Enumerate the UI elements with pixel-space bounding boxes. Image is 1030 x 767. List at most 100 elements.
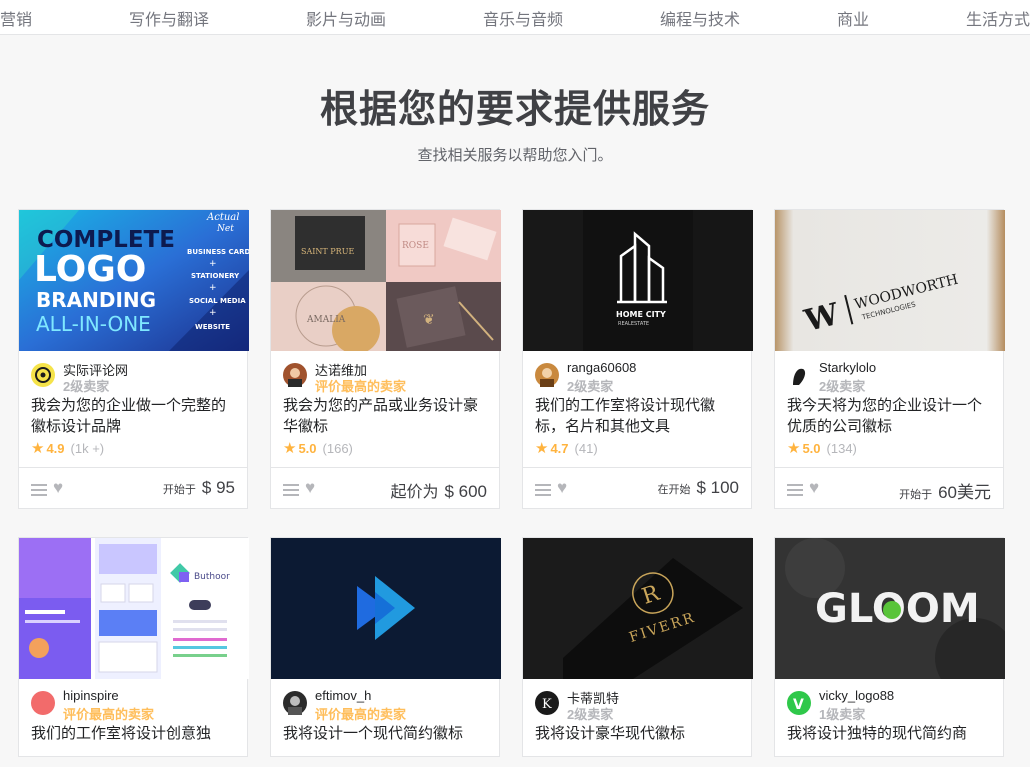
seller-level: 1级卖家 bbox=[819, 707, 866, 722]
price-label: 在开始 bbox=[657, 484, 691, 496]
thumb-text-buthoor: Buthoor bbox=[194, 572, 230, 582]
list-menu-icon[interactable] bbox=[787, 484, 803, 499]
gig-card[interactable]: R FIVERR K 卡蒂凯特 2级卖家 我将设计豪华现代徽标 bbox=[522, 537, 753, 757]
thumb-text-realestate: REALESTATE bbox=[618, 321, 649, 327]
gig-title[interactable]: 我将设计一个现代简约徽标 bbox=[271, 723, 499, 767]
review-count: (41) bbox=[574, 441, 598, 456]
thumb-text-saint-prue: SAINT PRUE bbox=[301, 247, 354, 256]
seller-name[interactable]: ranga60608 bbox=[567, 360, 636, 375]
price-label: 起价为 bbox=[390, 484, 439, 501]
gig-title[interactable]: 我将设计豪华现代徽标 bbox=[523, 723, 751, 767]
gig-title[interactable]: 我将设计独特的现代简约商 bbox=[775, 723, 1003, 767]
avatar[interactable] bbox=[31, 363, 55, 387]
nav-item-writing-translation[interactable]: 写作与翻译 bbox=[129, 6, 209, 30]
star-icon: ★ bbox=[283, 440, 297, 457]
gig-card[interactable]: eftimov_h 评价最高的卖家 我将设计一个现代简约徽标 bbox=[270, 537, 501, 757]
page-subtitle: 查找相关服务以帮助您入门。 bbox=[417, 147, 613, 164]
monogram-icon: ❦ bbox=[423, 312, 435, 328]
thumb-text-rose: ROSE bbox=[402, 241, 429, 251]
nav-item-video-animation[interactable]: 影片与动画 bbox=[306, 6, 386, 30]
gig-thumbnail[interactable]: SAINT PRUE ROSE AMALIA ❦ bbox=[271, 210, 501, 351]
price-value: $ 100 bbox=[696, 478, 739, 497]
nav-item-lifestyle[interactable]: 生活方式 bbox=[966, 6, 1030, 30]
avatar[interactable] bbox=[787, 363, 811, 387]
gig-thumbnail[interactable]: W WOODWORTH TECHNOLOGIES bbox=[775, 210, 1005, 351]
seller-level: 2级卖家 bbox=[567, 379, 614, 394]
gig-price[interactable]: 开始于 $ 95 bbox=[163, 478, 235, 498]
price-label: 开始于 bbox=[899, 489, 933, 501]
gig-thumbnail[interactable]: COMPLETE LOGO BRANDING ALL-IN-ONE BUSINE… bbox=[19, 210, 249, 351]
avatar[interactable]: K bbox=[535, 691, 559, 715]
gig-price[interactable]: 起价为 $ 600 bbox=[390, 478, 487, 502]
price-value: 60美元 bbox=[938, 483, 991, 502]
avatar[interactable] bbox=[31, 691, 55, 715]
gig-title[interactable]: 我会为您的产品或业务设计豪华徽标 bbox=[271, 395, 499, 439]
gig-card[interactable]: SAINT PRUE ROSE AMALIA ❦ 达诺维加 评价最高的卖家 我会… bbox=[270, 209, 501, 509]
rating-value: 5.0 bbox=[298, 441, 317, 456]
rating-value: 5.0 bbox=[802, 441, 821, 456]
seller-name[interactable]: hipinspire bbox=[63, 688, 119, 703]
page-title: 根据您的要求提供服务 bbox=[319, 89, 710, 131]
list-menu-icon[interactable] bbox=[535, 484, 551, 499]
star-icon: ★ bbox=[787, 440, 801, 457]
heart-icon[interactable]: ♥ bbox=[809, 478, 819, 498]
thumb-text-logo: LOGO bbox=[34, 249, 146, 290]
review-count: (1k +) bbox=[70, 441, 105, 456]
seller-name[interactable]: Starkylolo bbox=[819, 360, 876, 375]
nav-item-marketing[interactable]: 营销 bbox=[0, 6, 32, 30]
heart-icon[interactable]: ♥ bbox=[53, 478, 63, 498]
avatar[interactable] bbox=[283, 691, 307, 715]
gig-price[interactable]: 开始于 60美元 bbox=[899, 478, 991, 503]
avatar[interactable] bbox=[283, 363, 307, 387]
seller-name[interactable]: vicky_logo88 bbox=[819, 688, 894, 703]
gig-rating: ★ 5.0 (166) bbox=[271, 439, 499, 467]
list-menu-icon[interactable] bbox=[31, 484, 47, 499]
seller-level: 2级卖家 bbox=[63, 379, 110, 394]
price-value: $ 95 bbox=[201, 478, 235, 497]
seller-level: 2级卖家 bbox=[567, 707, 614, 722]
gig-title[interactable]: 我今天将为您的企业设计一个优质的公司徽标 bbox=[775, 395, 1003, 439]
gig-rating: ★ 4.9 (1k +) bbox=[19, 439, 247, 467]
heart-icon[interactable]: ♥ bbox=[557, 478, 567, 498]
gig-card[interactable]: GLOOM V vicky_logo88 1级卖家 我将设计独特的现代简约商 bbox=[774, 537, 1005, 757]
rating-value: 4.7 bbox=[550, 441, 569, 456]
seller-name[interactable]: eftimov_h bbox=[315, 688, 371, 703]
thumb-text-business-card: BUSINESS CARD bbox=[187, 248, 249, 256]
gig-price[interactable]: 在开始 $ 100 bbox=[657, 478, 739, 498]
avatar[interactable] bbox=[535, 363, 559, 387]
nav-item-business[interactable]: 商业 bbox=[837, 6, 869, 30]
gig-thumbnail[interactable] bbox=[271, 538, 501, 679]
plus-icon: + bbox=[209, 283, 217, 293]
gig-title[interactable]: 我们的工作室将设计创意独 bbox=[19, 723, 247, 767]
gig-card[interactable]: Buthoor hipinspire 评价最高的卖家 我们的工作室将设计创意独 bbox=[18, 537, 249, 757]
svg-text:K: K bbox=[542, 697, 552, 712]
gig-card[interactable]: HOME CITY REALESTATE ranga60608 2级卖家 我们的… bbox=[522, 209, 753, 509]
nav-item-music-audio[interactable]: 音乐与音频 bbox=[483, 6, 563, 30]
avatar[interactable]: V bbox=[787, 691, 811, 715]
gig-thumbnail[interactable]: R FIVERR bbox=[523, 538, 753, 679]
rating-value: 4.9 bbox=[46, 441, 65, 456]
gig-card[interactable]: COMPLETE LOGO BRANDING ALL-IN-ONE BUSINE… bbox=[18, 209, 249, 509]
heart-icon[interactable]: ♥ bbox=[305, 478, 315, 498]
thumb-text-social-media: SOCIAL MEDIA bbox=[189, 297, 246, 305]
plus-icon: + bbox=[209, 259, 217, 269]
thumb-badge-actual: Actual bbox=[206, 212, 239, 223]
gig-thumbnail[interactable]: GLOOM bbox=[775, 538, 1005, 679]
list-menu-icon[interactable] bbox=[283, 484, 299, 499]
nav-item-programming-tech[interactable]: 编程与技术 bbox=[660, 6, 740, 30]
plus-icon: + bbox=[209, 308, 217, 318]
gig-title[interactable]: 我们的工作室将设计现代徽标，名片和其他文具 bbox=[523, 395, 751, 439]
gig-thumbnail[interactable]: Buthoor bbox=[19, 538, 249, 679]
thumb-text-branding: BRANDING bbox=[36, 288, 156, 312]
seller-level: 评价最高的卖家 bbox=[315, 379, 407, 394]
svg-text:V: V bbox=[793, 697, 804, 713]
thumb-text-amalia: AMALIA bbox=[306, 315, 346, 325]
gig-rating: ★ 4.7 (41) bbox=[523, 439, 751, 467]
thumb-badge-net: Net bbox=[216, 224, 234, 234]
thumb-text-stationery: STATIONERY bbox=[191, 272, 240, 280]
gig-thumbnail[interactable]: HOME CITY REALESTATE bbox=[523, 210, 753, 351]
gig-card[interactable]: W WOODWORTH TECHNOLOGIES Starkylolo 2级卖家… bbox=[774, 209, 1005, 509]
thumb-text-all-in-one: ALL-IN-ONE bbox=[36, 312, 151, 336]
price-label: 开始于 bbox=[162, 484, 196, 496]
gig-title[interactable]: 我会为您的企业做一个完整的徽标设计品牌 bbox=[19, 395, 247, 439]
